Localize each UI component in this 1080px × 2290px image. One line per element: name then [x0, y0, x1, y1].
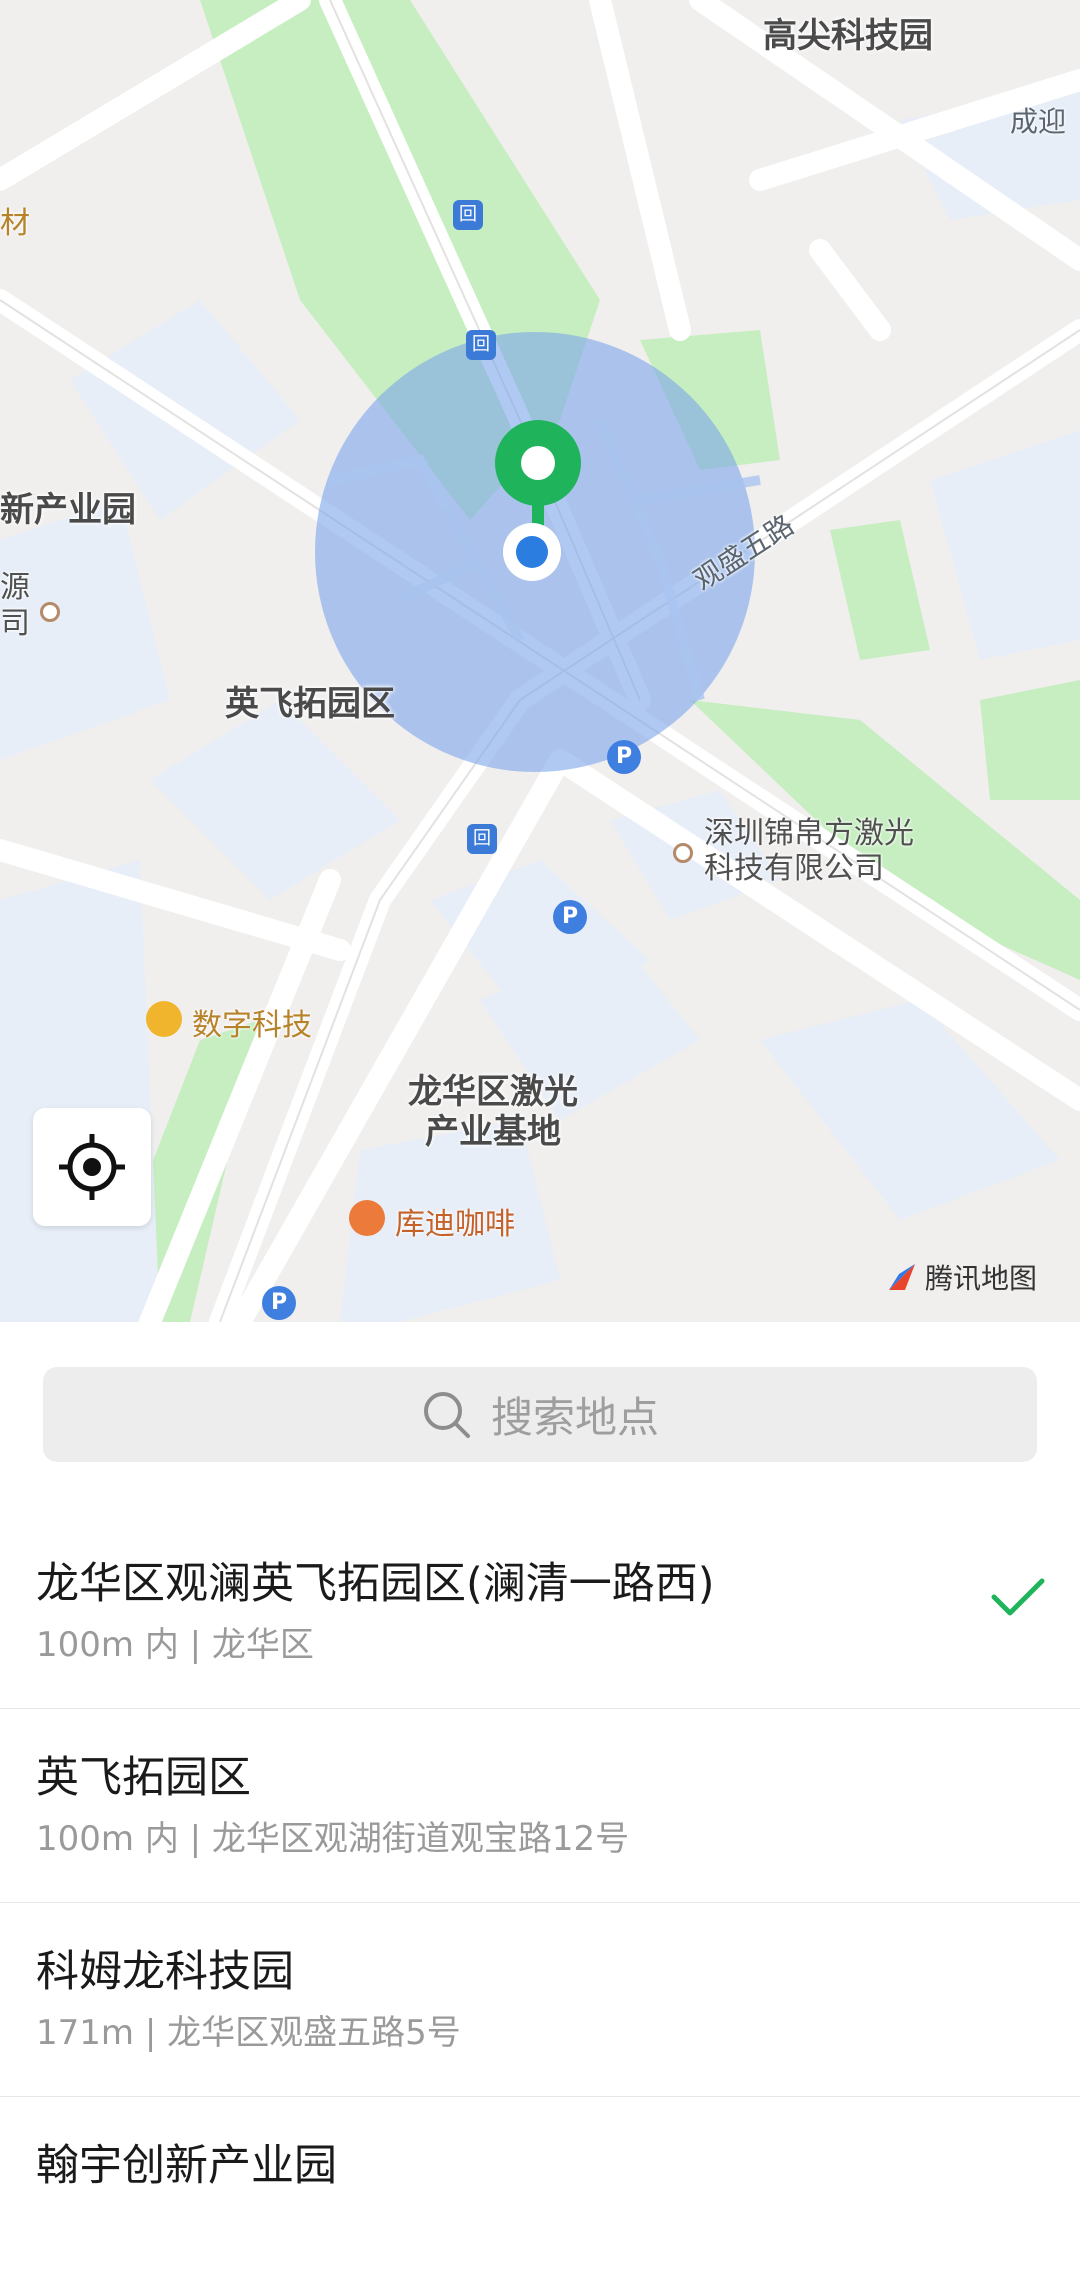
list-item[interactable]: 英飞拓园区 100m 内 | 龙华区观湖街道观宝路12号: [0, 1709, 1080, 1903]
metro-icon[interactable]: 回: [453, 200, 483, 230]
locate-button[interactable]: [33, 1108, 151, 1226]
search-input[interactable]: 搜索地点: [43, 1367, 1037, 1462]
item-title: 科姆龙科技园: [36, 1947, 294, 1997]
item-title: 英飞拓园区: [36, 1753, 251, 1803]
list-item[interactable]: 科姆龙科技园 171m | 龙华区观盛五路5号: [0, 1903, 1080, 2097]
location-list: 龙华区观澜英飞拓园区(澜清一路西) 100m 内 | 龙华区 英飞拓园区 100…: [0, 1515, 1080, 2290]
item-title: 翰宇创新产业园: [36, 2141, 337, 2191]
map-label-yingfei: 英飞拓园区: [225, 684, 395, 724]
poi-dot: [40, 602, 60, 622]
brand-label: 腾讯地图: [925, 1262, 1038, 1295]
map-label-si: 司: [0, 606, 30, 641]
metro-icon[interactable]: 回: [467, 824, 497, 854]
map-view[interactable]: 高尖科技园 成迎 材 新产业园 源 司 英飞拓园区 观盛五路 深圳锦帛方激光 科…: [0, 0, 1080, 1322]
checkmark-icon: [991, 1578, 1045, 1616]
parking-icon[interactable]: P: [553, 900, 587, 934]
poi-dot: [673, 843, 693, 863]
search-icon: [423, 1391, 470, 1438]
list-item[interactable]: 龙华区观澜英飞拓园区(澜清一路西) 100m 内 | 龙华区: [0, 1515, 1080, 1709]
tencent-map-logo-icon: [889, 1264, 915, 1290]
item-title: 龙华区观澜英飞拓园区(澜清一路西): [36, 1559, 715, 1609]
list-item[interactable]: 翰宇创新产业园: [0, 2097, 1080, 2290]
item-subtitle: 100m 内 | 龙华区: [36, 1625, 314, 1665]
parking-icon[interactable]: P: [607, 740, 641, 774]
parking-icon[interactable]: P: [262, 1286, 296, 1320]
search-placeholder: 搜索地点: [490, 1393, 659, 1442]
item-subtitle: 171m | 龙华区观盛五路5号: [36, 2013, 461, 2053]
map-brand: 腾讯地图: [885, 1257, 1037, 1297]
map-label-jinbofang-1: 深圳锦帛方激光: [704, 816, 914, 851]
map-label-chengying: 成迎: [1010, 105, 1067, 138]
map-label-gaojian: 高尖科技园: [763, 16, 933, 56]
map-label-jinbofang-2: 科技有限公司: [704, 851, 884, 886]
crosshair-icon: [59, 1134, 125, 1200]
item-subtitle: 100m 内 | 龙华区观湖街道观宝路12号: [36, 1819, 630, 1859]
map-label-laser-2: 产业基地: [425, 1112, 561, 1152]
map-label-shuzi: 数字科技: [192, 1008, 312, 1043]
poi-shop-icon: [146, 1001, 182, 1037]
coffee-icon: [349, 1200, 385, 1236]
map-label-cai: 材: [0, 206, 30, 241]
map-label-yuan: 源: [0, 570, 30, 605]
map-label-kudi: 库迪咖啡: [395, 1207, 515, 1242]
metro-icon[interactable]: 回: [466, 330, 496, 360]
map-label-xinchanye: 新产业园: [0, 490, 136, 530]
current-location-dot: [503, 523, 561, 581]
